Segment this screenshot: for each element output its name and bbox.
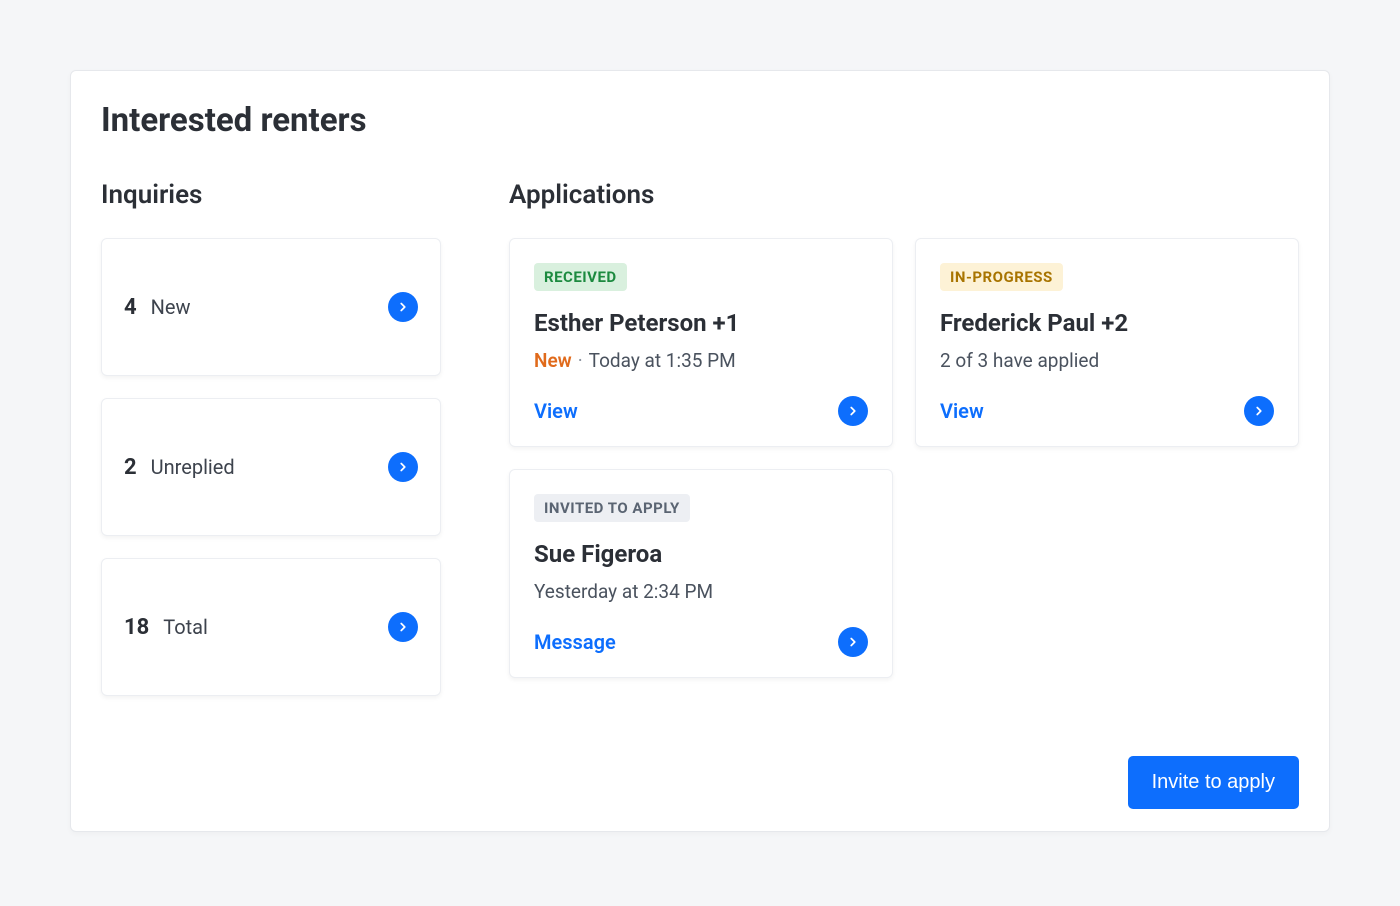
inquiry-left: 18 Total [124, 615, 208, 640]
application-card-in-progress[interactable]: IN-PROGRESS Frederick Paul +2 2 of 3 hav… [915, 238, 1299, 447]
inquiry-label: New [151, 295, 191, 319]
inquiries-column: Inquiries 4 New 2 Unreplied [101, 180, 441, 718]
applicant-name: Sue Figeroa [534, 540, 868, 568]
message-link[interactable]: Message [534, 630, 616, 654]
application-subtext: New · Today at 1:35 PM [534, 349, 868, 372]
status-badge-invited: INVITED TO APPLY [534, 494, 690, 522]
inquiry-count: 2 [124, 455, 137, 480]
inquiry-label: Unreplied [151, 455, 235, 479]
new-flag: New [534, 349, 572, 372]
applications-column: Applications RECEIVED Esther Peterson +1… [509, 180, 1299, 678]
page-title: Interested renters [101, 101, 1299, 140]
chevron-right-icon[interactable] [388, 452, 418, 482]
chevron-right-icon[interactable] [1244, 396, 1274, 426]
application-time: Today at 1:35 PM [589, 349, 736, 372]
chevron-right-icon[interactable] [388, 612, 418, 642]
application-footer: View [940, 396, 1274, 426]
application-footer: View [534, 396, 868, 426]
inquiries-heading: Inquiries [101, 180, 441, 210]
application-subtext: 2 of 3 have applied [940, 349, 1274, 372]
interested-renters-panel: Interested renters Inquiries 4 New 2 Unr… [70, 70, 1330, 832]
inquiry-left: 4 New [124, 295, 191, 320]
status-badge-received: RECEIVED [534, 263, 627, 291]
inquiry-card-unreplied[interactable]: 2 Unreplied [101, 398, 441, 536]
view-link[interactable]: View [940, 399, 984, 423]
columns: Inquiries 4 New 2 Unreplied [101, 180, 1299, 718]
application-subtext: Yesterday at 2:34 PM [534, 580, 868, 603]
view-link[interactable]: View [534, 399, 578, 423]
chevron-right-icon[interactable] [838, 627, 868, 657]
chevron-right-icon[interactable] [388, 292, 418, 322]
applicant-name: Frederick Paul +2 [940, 309, 1274, 337]
application-footer: Message [534, 627, 868, 657]
applications-heading: Applications [509, 180, 1299, 210]
application-card-invited[interactable]: INVITED TO APPLY Sue Figeroa Yesterday a… [509, 469, 893, 678]
status-badge-in-progress: IN-PROGRESS [940, 263, 1063, 291]
chevron-right-icon[interactable] [838, 396, 868, 426]
applications-grid: RECEIVED Esther Peterson +1 New · Today at… [509, 238, 1299, 678]
application-card-received[interactable]: RECEIVED Esther Peterson +1 New · Today at… [509, 238, 893, 447]
dot-separator: · [578, 349, 583, 372]
inquiry-left: 2 Unreplied [124, 455, 235, 480]
footer-row: Invite to apply [101, 756, 1299, 809]
inquiry-card-new[interactable]: 4 New [101, 238, 441, 376]
inquiry-count: 18 [124, 615, 149, 640]
invite-to-apply-button[interactable]: Invite to apply [1128, 756, 1299, 809]
inquiry-card-total[interactable]: 18 Total [101, 558, 441, 696]
inquiry-label: Total [163, 615, 208, 639]
inquiry-count: 4 [124, 295, 137, 320]
applicant-name: Esther Peterson +1 [534, 309, 868, 337]
